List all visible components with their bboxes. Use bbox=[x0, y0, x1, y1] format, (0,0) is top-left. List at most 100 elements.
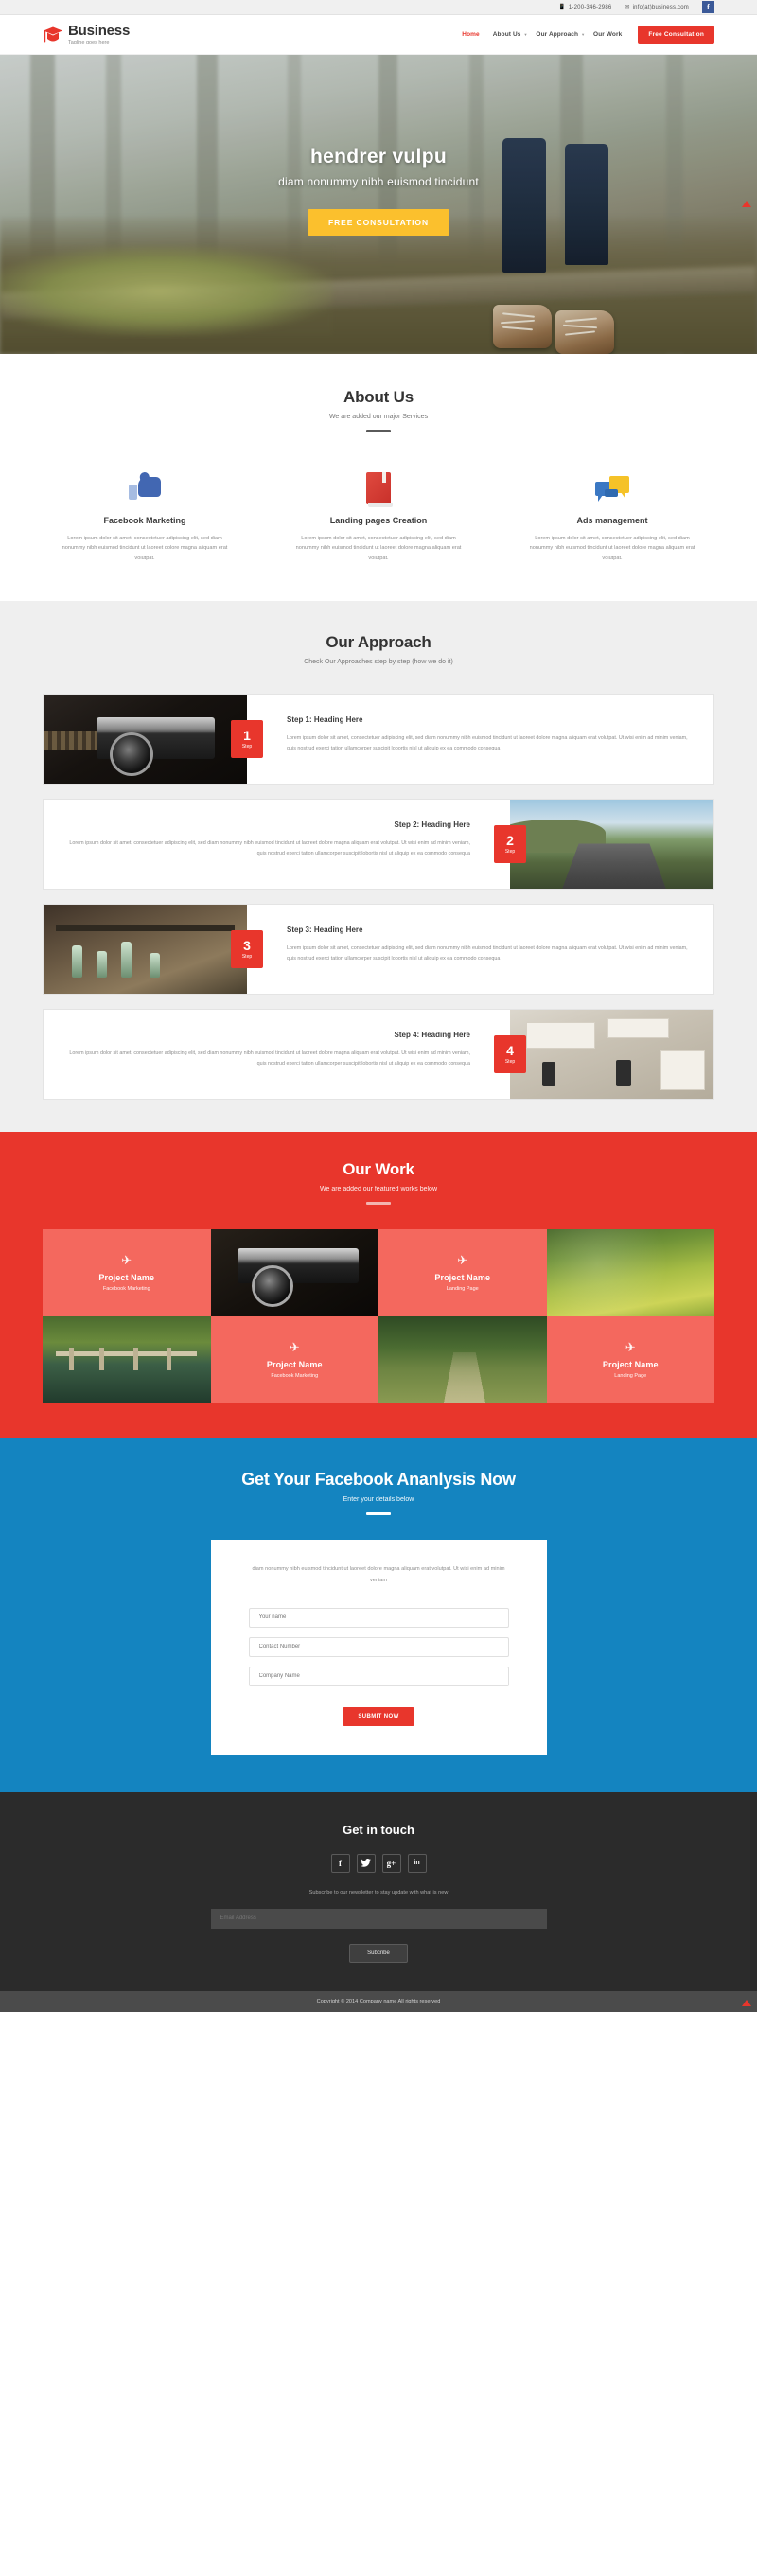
portfolio-tile-2[interactable] bbox=[210, 1229, 378, 1317]
project-category: Landing Page bbox=[614, 1373, 647, 1380]
email-address-input[interactable] bbox=[210, 1908, 547, 1929]
topbar: 📱 1-200-346-2986 ✉ info(at)business.com … bbox=[0, 0, 757, 15]
about-card-body: Lorem ipsum dolor sit amet, consectetuer… bbox=[62, 536, 228, 561]
company-name-input[interactable] bbox=[248, 1666, 509, 1686]
book-icon bbox=[366, 472, 393, 507]
twitter-icon[interactable] bbox=[356, 1853, 376, 1873]
work-section: Our Work We are added our featured works… bbox=[0, 1132, 757, 1438]
step-badge-2: 2 Step bbox=[494, 825, 526, 864]
scroll-to-top-button[interactable] bbox=[742, 201, 751, 207]
step-heading: Step 3: Heading Here bbox=[287, 926, 363, 935]
work-title: Our Work bbox=[343, 1160, 414, 1179]
paper-plane-icon: ✈ bbox=[625, 1340, 636, 1355]
nav-item-our-approach[interactable]: Our Approach bbox=[529, 31, 585, 38]
about-card-heading: Ads management bbox=[576, 516, 648, 525]
about-card-landing-pages: Landing pages Creation Lorem ipsum dolor… bbox=[276, 461, 481, 563]
approach-section: Our Approach Check Our Approaches step b… bbox=[0, 201, 757, 1133]
work-subtitle: We are added our featured works below bbox=[320, 1186, 437, 1193]
thumbs-up-icon bbox=[129, 471, 161, 504]
footer-heading: Get in touch bbox=[343, 1822, 414, 1837]
step-body-text: Lorem ipsum dolor sit amet, consectetuer… bbox=[69, 1050, 470, 1067]
step-body-text: Lorem ipsum dolor sit amet, consectetuer… bbox=[287, 945, 688, 962]
step-word: Step bbox=[504, 849, 516, 856]
project-category: Landing Page bbox=[446, 1286, 479, 1293]
portfolio-tile-6[interactable]: ✈ Project Name Facebook Marketing bbox=[210, 1316, 378, 1404]
social-links: f g+ in bbox=[43, 1853, 714, 1873]
contact-number-input[interactable] bbox=[248, 1636, 509, 1657]
site-footer: Get in touch f g+ in Subscribe to our ne… bbox=[0, 1791, 757, 1991]
about-section: About Us We are added our major Services… bbox=[0, 354, 757, 602]
step-heading: Step 1: Heading Here bbox=[287, 715, 363, 725]
facebook-icon[interactable]: f bbox=[330, 1853, 350, 1873]
step-badge-3: 3 Step bbox=[231, 930, 263, 969]
your-name-input[interactable] bbox=[248, 1607, 509, 1628]
portfolio-tile-5[interactable] bbox=[43, 1316, 211, 1404]
brand-tagline: Tagline goes here bbox=[68, 39, 110, 45]
cta-title: Get Your Facebook Ananlysis Now bbox=[241, 1470, 516, 1490]
approach-step-3: 3 Step Step 3: Heading Here Lorem ipsum … bbox=[43, 904, 714, 996]
submit-now-button[interactable]: SUBMIT NOW bbox=[343, 1706, 414, 1726]
forest-path-photo bbox=[378, 1316, 547, 1404]
project-name: Project Name bbox=[602, 1360, 659, 1370]
hero-subtitle: diam nonummy nibh euismod tincidunt bbox=[278, 175, 479, 188]
topbar-email-text: info(at)business.com bbox=[632, 4, 689, 10]
about-card-heading: Facebook Marketing bbox=[103, 516, 186, 525]
step-number: 2 bbox=[506, 833, 514, 849]
about-title: About Us bbox=[343, 388, 414, 406]
about-subtitle: We are added our major Services bbox=[328, 414, 429, 420]
scroll-to-top-button-footer[interactable] bbox=[742, 1999, 751, 2006]
page-root: 📱 1-200-346-2986 ✉ info(at)business.com … bbox=[0, 0, 757, 2012]
project-category: Facebook Marketing bbox=[102, 1286, 150, 1293]
portfolio-tile-4[interactable] bbox=[546, 1229, 714, 1317]
mobile-icon: 📱 bbox=[558, 4, 566, 10]
linkedin-icon[interactable]: in bbox=[407, 1853, 427, 1873]
chevron-down-icon-about: ▼ bbox=[523, 32, 528, 37]
project-name: Project Name bbox=[266, 1360, 323, 1370]
linkedin-glyph: in bbox=[414, 1860, 420, 1866]
newsletter-note: Subscribe to our newsletter to stay upda… bbox=[308, 1889, 449, 1896]
portfolio-grid: ✈ Project Name Facebook Marketing ✈ Proj… bbox=[43, 1229, 714, 1404]
nav-item-our-work[interactable]: Our Work bbox=[587, 31, 628, 38]
step-heading: Step 2: Heading Here bbox=[394, 820, 470, 830]
pond-fence-photo bbox=[43, 1316, 211, 1404]
step-number: 3 bbox=[243, 938, 251, 954]
hero-banner: hendrer vulpu diam nonummy nibh euismod … bbox=[0, 55, 757, 354]
nav-item-about-us[interactable]: About Us bbox=[486, 31, 528, 38]
topbar-phone-text: 1-200-346-2986 bbox=[568, 4, 612, 10]
portfolio-tile-7[interactable] bbox=[378, 1316, 547, 1404]
portfolio-tile-8[interactable]: ✈ Project Name Landing Page bbox=[546, 1316, 714, 1404]
about-card-facebook-marketing: Facebook Marketing Lorem ipsum dolor sit… bbox=[43, 461, 247, 563]
topbar-email[interactable]: ✉ info(at)business.com bbox=[625, 5, 689, 10]
project-category: Facebook Marketing bbox=[271, 1373, 319, 1380]
nav-item-home[interactable]: Home bbox=[455, 31, 485, 38]
step-heading: Step 4: Heading Here bbox=[394, 1031, 470, 1040]
vintage-camera-photo bbox=[44, 695, 247, 785]
approach-title: Our Approach bbox=[326, 633, 431, 652]
free-consultation-button[interactable]: Free Consultation bbox=[638, 26, 714, 44]
brand-name: Business bbox=[68, 22, 131, 39]
cta-subtitle: Enter your details below bbox=[343, 1496, 414, 1504]
portfolio-tile-1[interactable]: ✈ Project Name Facebook Marketing bbox=[43, 1229, 211, 1317]
project-name: Project Name bbox=[434, 1273, 491, 1283]
about-card-body: Lorem ipsum dolor sit amet, consectetuer… bbox=[295, 536, 462, 561]
subscribe-button[interactable]: Subcribe bbox=[349, 1943, 408, 1963]
google-plus-icon[interactable]: g+ bbox=[381, 1853, 401, 1873]
approach-step-2: 2 Step Step 2: Heading Here Lorem ipsum … bbox=[43, 799, 714, 891]
portfolio-tile-3[interactable]: ✈ Project Name Landing Page bbox=[378, 1229, 547, 1317]
form-intro-text: diam nonummy nibh euismod tincidunt ut l… bbox=[252, 1566, 505, 1583]
topbar-phone[interactable]: 📱 1-200-346-2986 bbox=[558, 5, 611, 10]
hero-title: hendrer vulpu bbox=[310, 146, 447, 168]
about-divider bbox=[366, 430, 391, 432]
work-divider bbox=[366, 1202, 391, 1206]
envelope-icon: ✉ bbox=[625, 4, 630, 10]
hero-free-consultation-button[interactable]: FREE CONSULTATION bbox=[308, 209, 449, 236]
analysis-form-card: diam nonummy nibh euismod tincidunt ut l… bbox=[210, 1540, 547, 1755]
graduation-cap-icon bbox=[43, 25, 63, 45]
office-desk-photo bbox=[510, 1010, 713, 1100]
chevron-down-icon-approach: ▼ bbox=[581, 32, 586, 37]
topbar-facebook-icon[interactable]: f bbox=[702, 1, 714, 13]
paper-plane-icon: ✈ bbox=[289, 1340, 300, 1355]
brand-logo-link[interactable]: Business Tagline goes here bbox=[43, 24, 130, 45]
step-word: Step bbox=[241, 954, 253, 961]
step-body-text: Lorem ipsum dolor sit amet, consectetuer… bbox=[69, 840, 470, 857]
